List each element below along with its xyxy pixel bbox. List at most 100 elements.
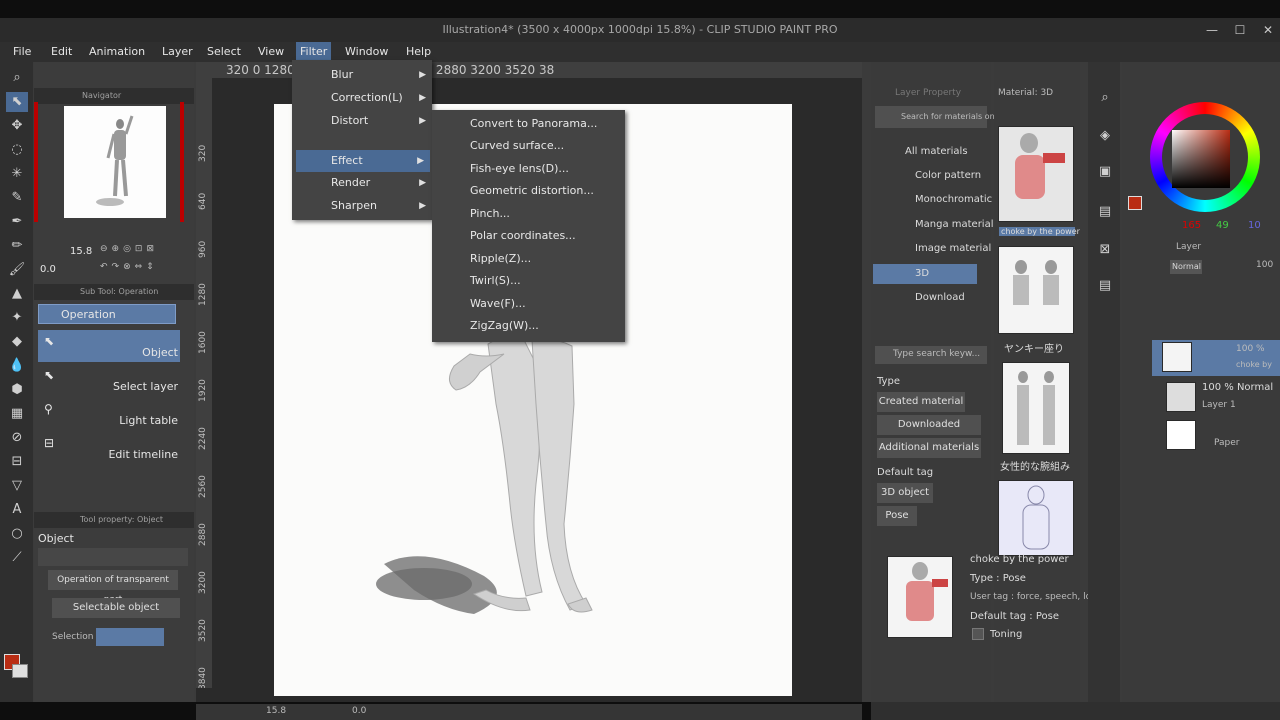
menu-filter[interactable]: Filter bbox=[296, 42, 332, 62]
ruler-icon[interactable]: ▽ bbox=[6, 476, 28, 496]
selection-mode-buttons[interactable] bbox=[96, 628, 164, 646]
decoration-icon[interactable]: ✦ bbox=[6, 308, 28, 328]
status-angle[interactable]: 0.0 bbox=[352, 706, 366, 716]
frame-icon[interactable]: ⊟ bbox=[6, 452, 28, 472]
menu-help[interactable]: Help bbox=[402, 42, 435, 62]
minimize-button[interactable]: — bbox=[1198, 18, 1226, 42]
airbrush-icon[interactable]: ▲ bbox=[6, 284, 28, 304]
effect-convert-panorama[interactable]: Convert to Panorama... bbox=[470, 113, 597, 135]
subtool-item-object[interactable]: ⬉ Object bbox=[38, 330, 180, 362]
pen-icon[interactable]: ✒ bbox=[6, 212, 28, 232]
thumb-squat[interactable] bbox=[998, 246, 1074, 334]
correct-line-icon[interactable]: ⟋ bbox=[6, 548, 28, 568]
tag-pose-button[interactable]: Pose bbox=[877, 506, 917, 526]
operation-transparent-dropdown[interactable]: Operation of transparent part bbox=[48, 570, 178, 605]
material-panel-icon[interactable]: ▣ bbox=[1094, 162, 1116, 182]
filter-menu-sharpen[interactable]: Sharpen ▶ bbox=[292, 195, 432, 217]
material-search-box[interactable]: Search for materials on A bbox=[875, 106, 1003, 128]
balloon-icon[interactable]: ○ bbox=[6, 524, 28, 544]
subtool-item-light-table[interactable]: ⚲ Light table bbox=[38, 398, 180, 430]
folder-panel-icon[interactable]: ▤ bbox=[1094, 202, 1116, 222]
subtool-item-edit-timeline[interactable]: ⊟ Edit timeline bbox=[38, 432, 180, 464]
layer-row-paper[interactable]: Paper bbox=[1152, 418, 1280, 452]
layer-opacity[interactable]: 100 bbox=[1256, 260, 1273, 270]
search-panel-icon[interactable]: ⌕ bbox=[1094, 88, 1116, 108]
stack-panel-icon[interactable]: ▤ bbox=[1094, 276, 1116, 296]
effect-wave[interactable]: Wave(F)... bbox=[470, 293, 526, 315]
sub-color-swatch[interactable] bbox=[12, 664, 28, 678]
eraser-icon[interactable]: ◆ bbox=[6, 332, 28, 352]
eyedropper-icon[interactable]: ✎ bbox=[6, 188, 28, 208]
tree-color-pattern[interactable]: Color pattern bbox=[915, 170, 981, 181]
tab-layer-property[interactable]: Layer Property bbox=[895, 88, 961, 98]
tree-download[interactable]: Download bbox=[915, 292, 965, 303]
effect-fisheye-lens[interactable]: Fish-eye lens(D)... bbox=[470, 158, 569, 180]
effect-zigzag[interactable]: ZigZag(W)... bbox=[470, 315, 539, 337]
subtool-item-select-layer[interactable]: ⬉ Select layer bbox=[38, 364, 180, 396]
auto-select-icon[interactable]: ✳ bbox=[6, 164, 28, 184]
maximize-button[interactable]: ☐ bbox=[1226, 18, 1254, 42]
filter-menu-blur[interactable]: Blur ▶ bbox=[292, 64, 432, 86]
tag-3d-object-button[interactable]: 3D object bbox=[877, 483, 933, 503]
filter-menu-effect[interactable]: Effect ▶ bbox=[296, 150, 430, 172]
gradient-icon[interactable]: ▦ bbox=[6, 404, 28, 424]
figure-icon[interactable]: ⊘ bbox=[6, 428, 28, 448]
created-material-button[interactable]: Created material bbox=[877, 392, 965, 412]
close-button[interactable]: ✕ bbox=[1254, 18, 1280, 42]
pencil-icon[interactable]: ✏ bbox=[6, 236, 28, 256]
tree-3d[interactable]: 3D bbox=[873, 264, 977, 284]
layer-title[interactable]: Layer bbox=[1176, 242, 1201, 252]
toning-checkbox[interactable] bbox=[972, 628, 984, 640]
effect-curved-surface[interactable]: Curved surface... bbox=[470, 135, 564, 157]
blend-mode-dropdown[interactable]: Normal bbox=[1170, 260, 1202, 274]
additional-materials-button[interactable]: Additional materials bbox=[877, 438, 981, 458]
text-icon[interactable]: A bbox=[6, 500, 28, 520]
nav-angle-value[interactable]: 0.0 bbox=[40, 264, 56, 275]
layer-row-choke[interactable]: 100 % choke by bbox=[1152, 340, 1280, 376]
menu-animation[interactable]: Animation bbox=[85, 42, 149, 62]
brush-icon[interactable]: 🖌 bbox=[6, 260, 28, 280]
tree-all-materials[interactable]: All materials bbox=[905, 146, 968, 157]
zoom-icon[interactable]: ⌕ bbox=[6, 68, 28, 88]
subtool-group-tab[interactable]: Operation bbox=[38, 304, 176, 324]
thumb-arms-crossed[interactable] bbox=[1002, 362, 1070, 454]
effect-ripple[interactable]: Ripple(Z)... bbox=[470, 248, 531, 270]
menu-select[interactable]: Select bbox=[203, 42, 245, 62]
layer-panel-icon[interactable]: ◈ bbox=[1094, 126, 1116, 146]
tree-manga-material[interactable]: Manga material bbox=[915, 219, 994, 230]
close-panel-icon[interactable]: ⊠ bbox=[1094, 240, 1116, 260]
effect-geometric-distortion[interactable]: Geometric distortion... bbox=[470, 180, 594, 202]
keyword-search-box[interactable]: Type search keyw... bbox=[875, 346, 987, 364]
thumb-wireframe[interactable] bbox=[998, 480, 1074, 556]
downloaded-material-button[interactable]: Downloaded material bbox=[877, 415, 981, 450]
menu-view[interactable]: View bbox=[254, 42, 288, 62]
tree-image-material[interactable]: Image material bbox=[915, 243, 991, 254]
color-g[interactable]: 49 bbox=[1216, 220, 1229, 231]
effect-pinch[interactable]: Pinch... bbox=[470, 203, 510, 225]
nav-zoom-controls-icon[interactable]: ⊖⊕◎⊡⊠ bbox=[100, 244, 158, 254]
menu-layer[interactable]: Layer bbox=[158, 42, 197, 62]
move-layer-icon[interactable]: ✥ bbox=[6, 116, 28, 136]
filter-menu-distort[interactable]: Distort ▶ bbox=[292, 110, 432, 132]
color-r[interactable]: 165 bbox=[1182, 220, 1201, 231]
filter-menu-render[interactable]: Render ▶ bbox=[292, 172, 432, 194]
color-b[interactable]: 10 bbox=[1248, 220, 1261, 231]
nav-rotate-controls-icon[interactable]: ↶↷⊗⇔⇕ bbox=[100, 262, 158, 272]
menu-file[interactable]: File bbox=[9, 42, 35, 62]
fill-icon[interactable]: ⬢ bbox=[6, 380, 28, 400]
current-color-swatch[interactable] bbox=[1128, 196, 1142, 210]
effect-polar-coordinates[interactable]: Polar coordinates... bbox=[470, 225, 576, 247]
menu-edit[interactable]: Edit bbox=[47, 42, 76, 62]
tree-monochromatic[interactable]: Monochromatic bbox=[915, 194, 992, 205]
effect-twirl[interactable]: Twirl(S)... bbox=[470, 270, 521, 292]
status-zoom[interactable]: 15.8 bbox=[266, 706, 286, 716]
layer-row-layer1[interactable]: 100 % Normal Layer 1 bbox=[1152, 380, 1280, 414]
operation-icon[interactable]: ⬉ bbox=[6, 92, 28, 112]
lasso-icon[interactable]: ◌ bbox=[6, 140, 28, 160]
thumb-choke[interactable]: choke by the power bbox=[998, 126, 1080, 236]
tab-material-3d[interactable]: Material: 3D bbox=[998, 88, 1053, 98]
filter-menu-correction[interactable]: Correction(L) ▶ bbox=[292, 87, 432, 109]
nav-zoom-value[interactable]: 15.8 bbox=[70, 246, 92, 257]
color-square[interactable] bbox=[1172, 130, 1230, 188]
blend-icon[interactable]: 💧 bbox=[6, 356, 28, 376]
